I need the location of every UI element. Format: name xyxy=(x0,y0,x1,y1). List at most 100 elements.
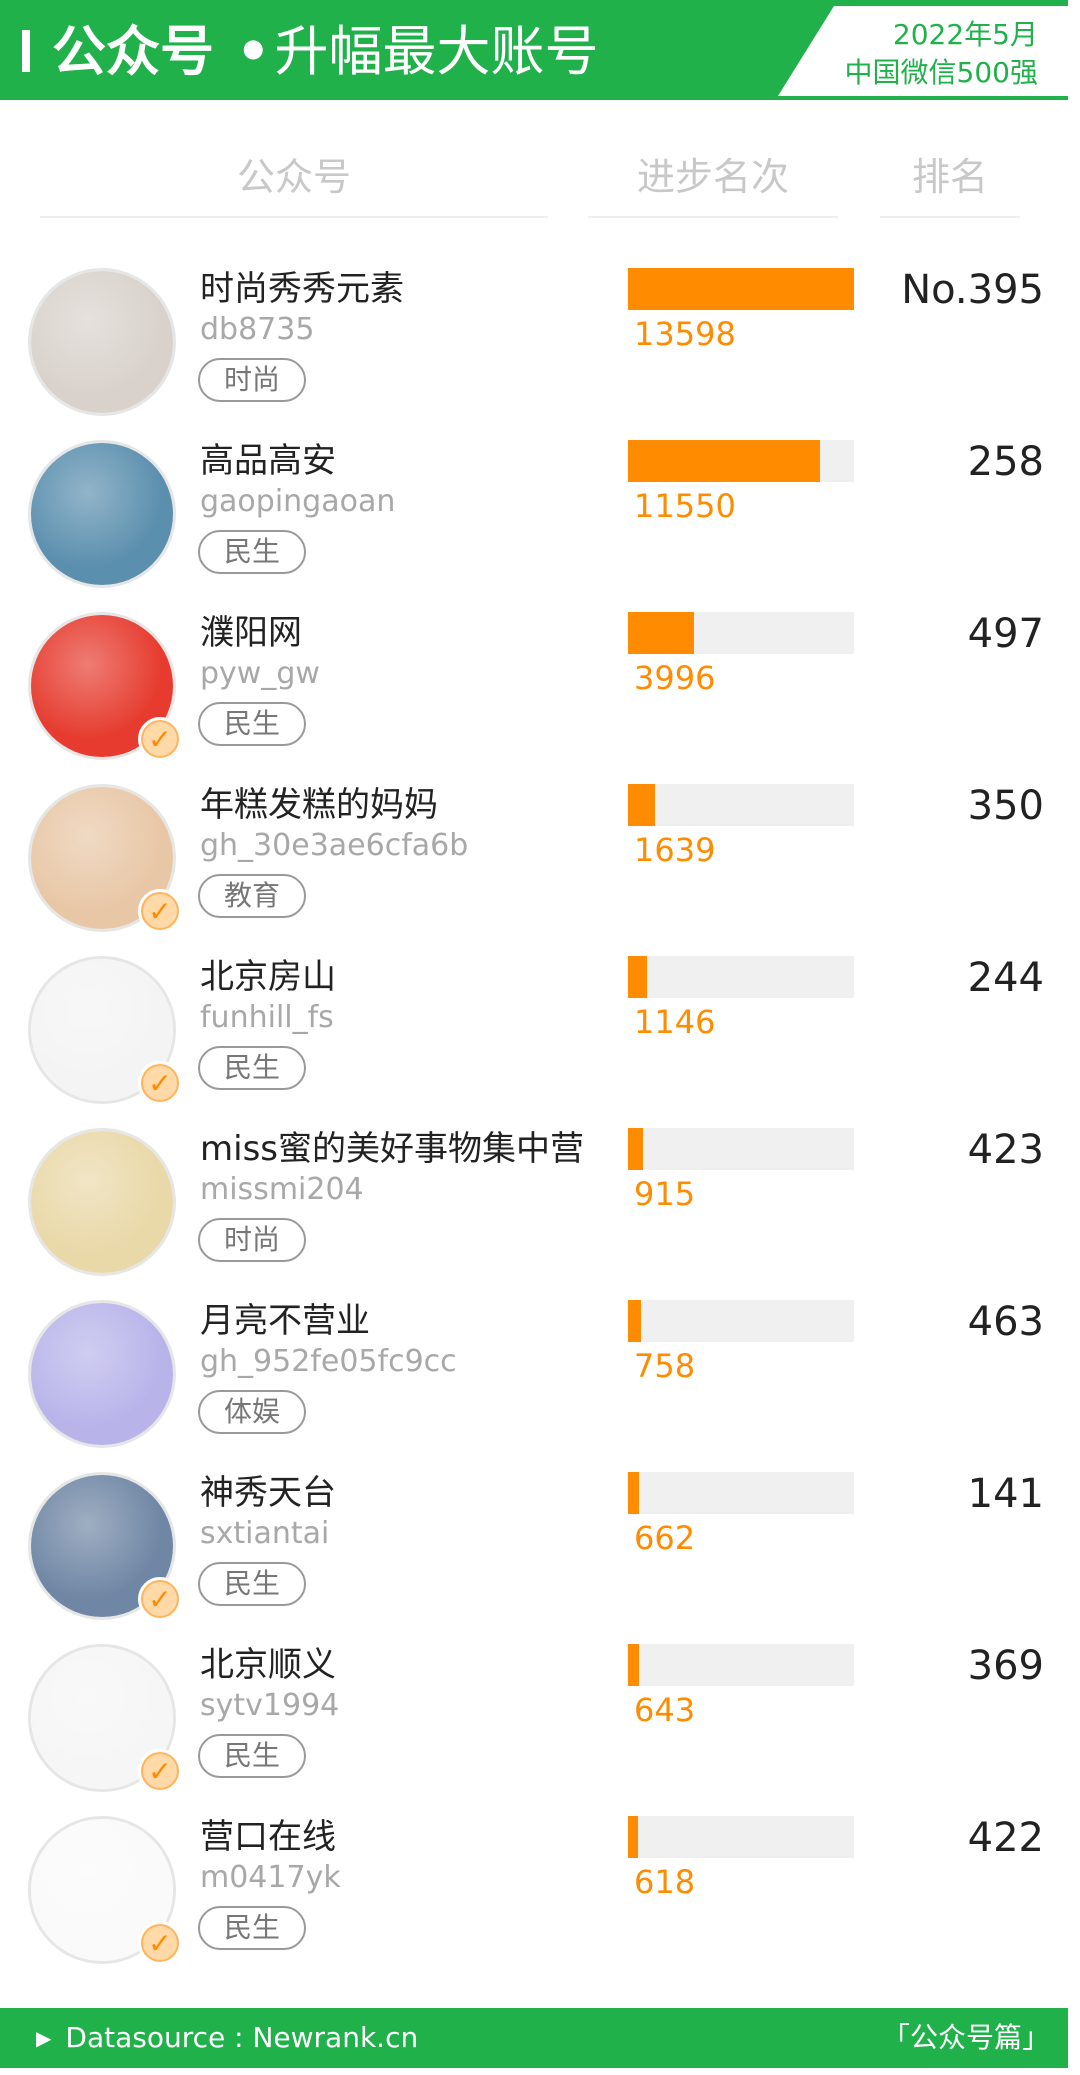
verified-check-icon: ✓ xyxy=(138,717,182,761)
avatar-image xyxy=(31,271,173,413)
avatar[interactable] xyxy=(28,268,176,416)
account-id: gh_952fe05fc9cc xyxy=(200,1344,457,1379)
list-item[interactable]: ✓ 年糕发糕的妈妈 gh_30e3ae6cfa6b 教育 1639 350 xyxy=(0,782,1068,956)
play-triangle-icon: ▶ xyxy=(36,2026,52,2050)
rank-value: 244 xyxy=(967,955,1044,1001)
verified-check-icon: ✓ xyxy=(138,1921,182,1965)
avatar-image xyxy=(31,1131,173,1273)
progress-bar-track xyxy=(628,1128,854,1170)
category-tag: 民生 xyxy=(198,1046,307,1090)
list-item[interactable]: miss蜜的美好事物集中营 missmi204 时尚 915 423 xyxy=(0,1126,1068,1300)
category-tag: 民生 xyxy=(198,1734,307,1778)
progress-value: 915 xyxy=(634,1175,696,1213)
progress-bar-fill xyxy=(628,1300,641,1342)
progress-value: 3996 xyxy=(634,659,716,697)
rank-value: 463 xyxy=(967,1299,1044,1345)
account-id: m0417yk xyxy=(200,1860,341,1895)
title-dot: • xyxy=(236,20,271,83)
account-id: gh_30e3ae6cfa6b xyxy=(200,828,469,863)
account-id: pyw_gw xyxy=(200,656,320,691)
column-header-rank: 排名 xyxy=(911,155,988,199)
category-tag: 体娱 xyxy=(198,1390,307,1434)
progress-bar-fill xyxy=(628,440,820,482)
avatar[interactable] xyxy=(28,440,176,588)
rank-value: 258 xyxy=(967,439,1044,485)
account-name[interactable]: 月亮不营业 xyxy=(200,1298,370,1344)
column-header-account: 公众号 xyxy=(236,155,351,199)
avatar-image xyxy=(31,1303,173,1445)
progress-bar-fill xyxy=(628,1816,638,1858)
account-name[interactable]: 北京顺义 xyxy=(200,1642,336,1688)
progress-bar-fill xyxy=(628,1128,643,1170)
section-label: 「公众号篇」 xyxy=(881,2021,1050,2054)
progress-bar-track xyxy=(628,1816,854,1858)
verified-check-icon: ✓ xyxy=(138,1061,182,1105)
account-id: missmi204 xyxy=(200,1172,364,1207)
progress-bar-track xyxy=(628,612,854,654)
account-id: gaopingaoan xyxy=(200,484,396,519)
column-divider-account xyxy=(40,216,548,218)
category-tag: 时尚 xyxy=(198,358,307,402)
list-item[interactable]: ✓ 濮阳网 pyw_gw 民生 3996 497 xyxy=(0,610,1068,784)
rank-value: 422 xyxy=(967,1815,1044,1861)
progress-value: 643 xyxy=(634,1691,696,1729)
rank-value: 350 xyxy=(967,783,1044,829)
column-divider-progress xyxy=(588,216,838,218)
account-name[interactable]: 神秀天台 xyxy=(200,1470,336,1516)
progress-value: 662 xyxy=(634,1519,696,1557)
category-tag: 民生 xyxy=(198,702,307,746)
category-tag: 时尚 xyxy=(198,1218,307,1262)
verified-check-icon: ✓ xyxy=(138,1577,182,1621)
list-item[interactable]: ✓ 北京房山 funhill_fs 民生 1146 244 xyxy=(0,954,1068,1128)
datasource-text: Datasource : Newrank.cn xyxy=(65,2021,419,2054)
footer-banner: ▶ Datasource : Newrank.cn 「公众号篇」 xyxy=(0,2008,1068,2068)
list-item[interactable]: ✓ 北京顺义 sytv1994 民生 643 369 xyxy=(0,1642,1068,1816)
account-name[interactable]: 濮阳网 xyxy=(200,610,302,656)
badge-date: 2022年5月 xyxy=(892,18,1038,51)
account-name[interactable]: 营口在线 xyxy=(200,1814,336,1860)
column-divider-rank xyxy=(880,216,1020,218)
account-name[interactable]: 高品高安 xyxy=(200,438,336,484)
account-name[interactable]: 时尚秀秀元素 xyxy=(200,266,404,312)
verified-check-icon: ✓ xyxy=(138,1749,182,1793)
rank-value: 423 xyxy=(967,1127,1044,1173)
account-name[interactable]: 年糕发糕的妈妈 xyxy=(200,782,438,828)
avatar[interactable] xyxy=(28,1128,176,1276)
datasource-label: ▶ Datasource : Newrank.cn xyxy=(36,2016,418,2062)
progress-bar-track xyxy=(628,1472,854,1514)
progress-value: 11550 xyxy=(634,487,736,525)
progress-bar-fill xyxy=(628,784,655,826)
account-name[interactable]: 北京房山 xyxy=(200,954,336,1000)
verified-check-icon: ✓ xyxy=(138,889,182,933)
list-item[interactable]: ✓ 神秀天台 sxtiantai 民生 662 141 xyxy=(0,1470,1068,1644)
progress-value: 618 xyxy=(634,1863,696,1901)
date-badge: 2022年5月 中国微信500强 xyxy=(778,6,1068,96)
account-id: sytv1994 xyxy=(200,1688,340,1723)
account-name[interactable]: miss蜜的美好事物集中营 xyxy=(200,1126,584,1172)
rank-value: 497 xyxy=(967,611,1044,657)
header-banner: 公众号 •升幅最大账号 2022年5月 中国微信500强 xyxy=(0,0,1068,100)
rank-value: 369 xyxy=(967,1643,1044,1689)
title-sub: 升幅最大账号 xyxy=(274,20,599,83)
list-item[interactable]: ✓ 营口在线 m0417yk 民生 618 422 xyxy=(0,1814,1068,1988)
category-tag: 民生 xyxy=(198,1906,307,1950)
category-tag: 民生 xyxy=(198,1562,307,1606)
rank-value: No.395 xyxy=(901,267,1044,313)
list-item[interactable]: 高品高安 gaopingaoan 民生 11550 258 xyxy=(0,438,1068,612)
title-main: 公众号 xyxy=(52,20,214,83)
category-tag: 民生 xyxy=(198,530,307,574)
list-item[interactable]: 时尚秀秀元素 db8735 时尚 13598 No.395 xyxy=(0,266,1068,440)
progress-bar-track xyxy=(628,784,854,826)
account-id: db8735 xyxy=(200,312,315,347)
progress-value: 758 xyxy=(634,1347,696,1385)
progress-bar-track xyxy=(628,1300,854,1342)
account-id: sxtiantai xyxy=(200,1516,330,1551)
progress-bar-track xyxy=(628,440,854,482)
badge-subtitle: 中国微信500强 xyxy=(844,56,1038,89)
avatar-image xyxy=(31,443,173,585)
list-item[interactable]: 月亮不营业 gh_952fe05fc9cc 体娱 758 463 xyxy=(0,1298,1068,1472)
progress-bar-track xyxy=(628,956,854,998)
progress-bar-fill xyxy=(628,956,647,998)
column-header-progress: 进步名次 xyxy=(636,155,789,199)
avatar[interactable] xyxy=(28,1300,176,1448)
